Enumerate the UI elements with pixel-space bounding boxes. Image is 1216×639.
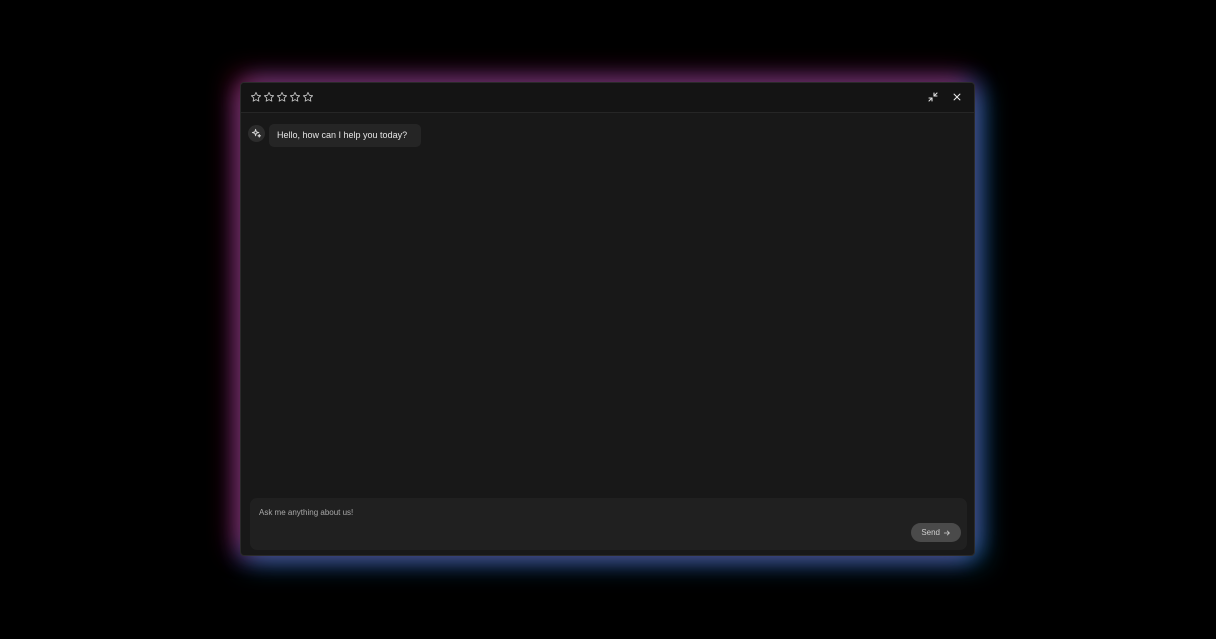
star-rating[interactable] xyxy=(250,91,314,103)
window-actions xyxy=(926,90,964,104)
message-input[interactable] xyxy=(259,505,859,519)
message-bubble: Hello, how can I help you today? xyxy=(269,124,422,147)
chat-window: Hello, how can I help you today? Send xyxy=(240,82,975,556)
close-button[interactable] xyxy=(950,90,964,104)
star-icon[interactable] xyxy=(302,91,314,103)
assistant-message: Hello, how can I help you today? xyxy=(248,124,422,147)
sparkle-icon xyxy=(251,128,262,138)
star-icon[interactable] xyxy=(250,91,262,103)
message-list: Hello, how can I help you today? xyxy=(241,113,974,493)
arrow-right-icon xyxy=(943,530,950,535)
close-icon xyxy=(953,93,961,101)
star-icon[interactable] xyxy=(263,91,275,103)
message-composer: Send xyxy=(250,498,967,550)
title-bar xyxy=(241,83,974,113)
send-button[interactable]: Send xyxy=(911,523,961,542)
star-icon[interactable] xyxy=(276,91,288,103)
star-icon[interactable] xyxy=(289,91,301,103)
send-label: Send xyxy=(921,528,940,537)
assistant-avatar xyxy=(248,125,265,142)
minimize-arrows-icon xyxy=(928,92,938,102)
minimize-button[interactable] xyxy=(926,90,940,104)
